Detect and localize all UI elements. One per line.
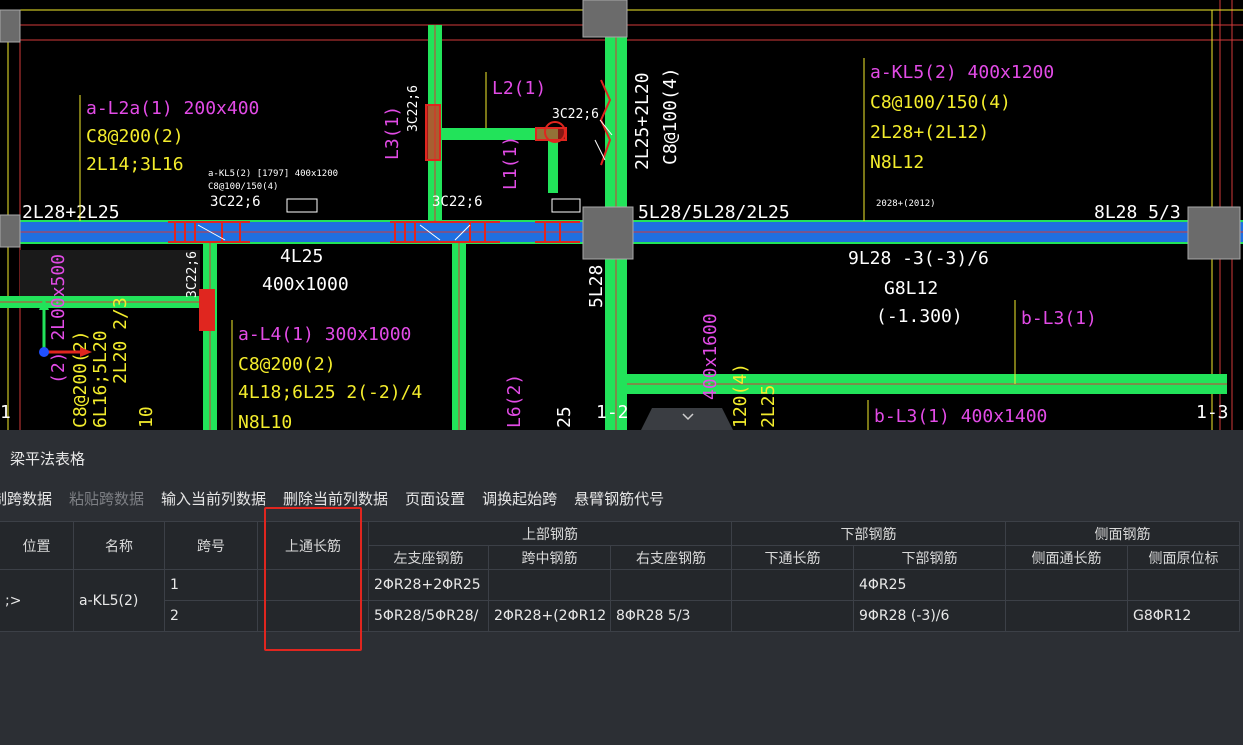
- toolbar-copy-span-data[interactable]: 制跨数据: [0, 488, 52, 512]
- cad-label-l2a-bars: 2L14;3L16: [86, 154, 184, 175]
- col-group-top-rebar: 上部钢筋: [368, 521, 732, 546]
- cell-left-support[interactable]: 5ΦR28/5ΦR28/: [368, 600, 489, 632]
- col-header-right-support[interactable]: 右支座钢筋: [610, 545, 732, 570]
- col-group-bottom-rebar: 下部钢筋: [731, 521, 1006, 546]
- cad-label-l4-side: N8L10: [238, 412, 292, 430]
- cell-side-original[interactable]: G8ΦR12: [1127, 600, 1240, 632]
- beam-table-panel: 梁平法表格 制跨数据 粘贴跨数据 输入当前列数据 删除当前列数据 页面设置 调换…: [0, 430, 1243, 745]
- toolbar-paste-span-data[interactable]: 粘贴跨数据: [69, 488, 144, 512]
- cell-side-original[interactable]: [1127, 569, 1240, 601]
- toolbar-input-column-data[interactable]: 输入当前列数据: [161, 488, 266, 512]
- col-header-name[interactable]: 名称: [73, 521, 165, 570]
- cad-label-col-stirrup: C8@100(4): [660, 67, 681, 165]
- cad-label-l2a-name: a-L2a(1) 200x400: [86, 98, 259, 119]
- cad-label-vert-5l28: 5L28: [586, 265, 607, 308]
- cad-label-c22-b: 3C22;6: [432, 194, 483, 210]
- cad-label-left-vert2: (2) 2L00x500: [48, 254, 69, 384]
- cad-label-c22-a: 3C22;6: [210, 194, 261, 210]
- cell-span[interactable]: 2: [164, 600, 258, 632]
- cad-label-c22-d: 3C22;6: [185, 251, 200, 298]
- panel-toolbar: 制跨数据 粘贴跨数据 输入当前列数据 删除当前列数据 页面设置 调换起始跨 悬臂…: [0, 488, 681, 512]
- cad-label-kl5-stirrup: C8@100/150(4): [870, 92, 1011, 113]
- panel-collapse-tab[interactable]: [641, 408, 733, 430]
- cell-mid-span[interactable]: 2ΦR28+(2ΦR12: [488, 600, 611, 632]
- col-header-side-through[interactable]: 侧面通长筋: [1005, 545, 1128, 570]
- toolbar-swap-start-span[interactable]: 调换起始跨: [482, 488, 557, 512]
- cad-label-kl5-name: a-KL5(2) 400x1200: [870, 62, 1054, 83]
- cad-label-l4-stirrup: C8@200(2): [238, 354, 336, 375]
- cell-right-support[interactable]: [610, 569, 732, 601]
- cad-label-elevation: (-1.300): [876, 306, 963, 327]
- cad-label-l3: L3(1): [382, 106, 403, 160]
- cad-label-mid-vert1: L6(2): [504, 374, 525, 428]
- cell-bottom-bars[interactable]: 4ΦR25: [853, 569, 1006, 601]
- toolbar-page-setup[interactable]: 页面设置: [405, 488, 465, 512]
- panel-title: 梁平法表格: [10, 450, 86, 468]
- cad-label-small-2028: 2028+(2012): [876, 199, 936, 209]
- cad-label-grid-3: 1-3: [1196, 402, 1229, 423]
- toolbar-cantilever-code[interactable]: 悬臂钢筋代号: [574, 488, 664, 512]
- cad-label-vert-400: 400x1600: [700, 313, 721, 400]
- cell-bottom-through[interactable]: [731, 600, 854, 632]
- table-row[interactable]: 2 5ΦR28/5ΦR28/ 2ΦR28+(2ΦR12 8ΦR28 5/3 9Φ…: [0, 600, 1240, 632]
- cad-label-small-note: a-KL5(2) [1797] 400x1200: [208, 169, 338, 179]
- table-row[interactable]: ;> a-KL5(2) 1 2ΦR28+2ΦR25 4ΦR25: [0, 569, 1240, 632]
- cad-label-kl5-top: 2L28+(2L12): [870, 122, 989, 143]
- cell-top-through[interactable]: [257, 600, 369, 632]
- cad-label-right-vert1: 120(4): [730, 363, 751, 428]
- cell-bottom-bars[interactable]: 9ΦR28 (-3)/6: [853, 600, 1006, 632]
- cell-mid-span[interactable]: [488, 569, 611, 601]
- col-header-side-original[interactable]: 侧面原位标: [1127, 545, 1240, 570]
- cell-side-through[interactable]: [1005, 600, 1128, 632]
- beam-data-table: 位置 名称 跨号 上通长筋 上部钢筋 下部钢筋 侧面钢筋 左支座钢筋 跨中钢筋 …: [0, 521, 1240, 632]
- col-header-bottom-bars[interactable]: 下部钢筋: [853, 545, 1006, 570]
- cad-label-left-vert3: C8@200(2): [70, 330, 91, 428]
- cell-position[interactable]: ;>: [0, 569, 74, 632]
- cad-label-kl5-side: N8L12: [870, 152, 924, 173]
- cad-label-right-vert2: 2L25: [758, 385, 779, 428]
- cad-label-l2a-stirrup: C8@200(2): [86, 126, 184, 147]
- cell-top-through[interactable]: [257, 569, 369, 601]
- col-header-left-support[interactable]: 左支座钢筋: [368, 545, 489, 570]
- cad-label-grid-2: 1-2: [596, 402, 629, 423]
- cad-label-left-vert4: 6L16;5L20: [90, 330, 111, 428]
- cell-name[interactable]: a-KL5(2): [73, 569, 165, 632]
- cell-span[interactable]: 1: [164, 569, 258, 601]
- cad-label-col-top: 2L25+2L20: [632, 72, 653, 170]
- col-group-side-rebar: 侧面钢筋: [1005, 521, 1240, 546]
- toolbar-delete-column-data[interactable]: 删除当前列数据: [283, 488, 388, 512]
- cad-label-c22-e: 3C22;6: [552, 107, 599, 122]
- col-header-bottom-through[interactable]: 下通长筋: [731, 545, 854, 570]
- cad-label-l1: L1(1): [500, 136, 521, 190]
- col-header-top-through[interactable]: 上通长筋: [257, 521, 369, 570]
- cad-label-mid-vert2: 25: [554, 406, 575, 428]
- cell-right-support[interactable]: 8ΦR28 5/3: [610, 600, 732, 632]
- cad-label-span-size: 400x1000: [262, 274, 349, 295]
- col-header-span[interactable]: 跨号: [164, 521, 258, 570]
- cad-label-span-bot: 4L25: [280, 246, 323, 267]
- cad-label-l4-bars: 4L18;6L25 2(-2)/4: [238, 382, 422, 403]
- cell-side-through[interactable]: [1005, 569, 1128, 601]
- cad-label-c22-c: 3C22;6: [406, 85, 421, 132]
- cad-label-left-vert1: 2L20 2/3: [110, 297, 131, 384]
- cad-label-bot-side: G8L12: [884, 278, 938, 299]
- cad-label-small-note2: C8@100/150(4): [208, 182, 278, 192]
- cell-bottom-through[interactable]: [731, 569, 854, 601]
- cad-label-b-l3: b-L3(1): [1021, 308, 1097, 329]
- cad-drawing-canvas[interactable]: a-L2a(1) 200x400 C8@200(2) 2L14;3L16 a-K…: [0, 0, 1243, 430]
- col-header-position[interactable]: 位置: [0, 521, 74, 570]
- cad-label-grid-1: 1: [0, 402, 11, 423]
- col-header-mid-span[interactable]: 跨中钢筋: [488, 545, 611, 570]
- cad-label-l4-name: a-L4(1) 300x1000: [238, 324, 411, 345]
- cell-left-support[interactable]: 2ΦR28+2ΦR25: [368, 569, 489, 601]
- cad-label-b-l3-full: b-L3(1) 400x1400: [874, 406, 1047, 427]
- cad-label-left-support: 2L28+2L25: [22, 202, 120, 223]
- cad-label-l2: L2(1): [492, 78, 546, 99]
- cad-label-bot-bars: 9L28 -3(-3)/6: [848, 248, 989, 269]
- cad-label-right-support: 8L28 5/3: [1094, 202, 1181, 223]
- cad-label-left-vert5: 10: [136, 406, 157, 428]
- cad-label-mid-support: 5L28/5L28/2L25: [638, 202, 790, 223]
